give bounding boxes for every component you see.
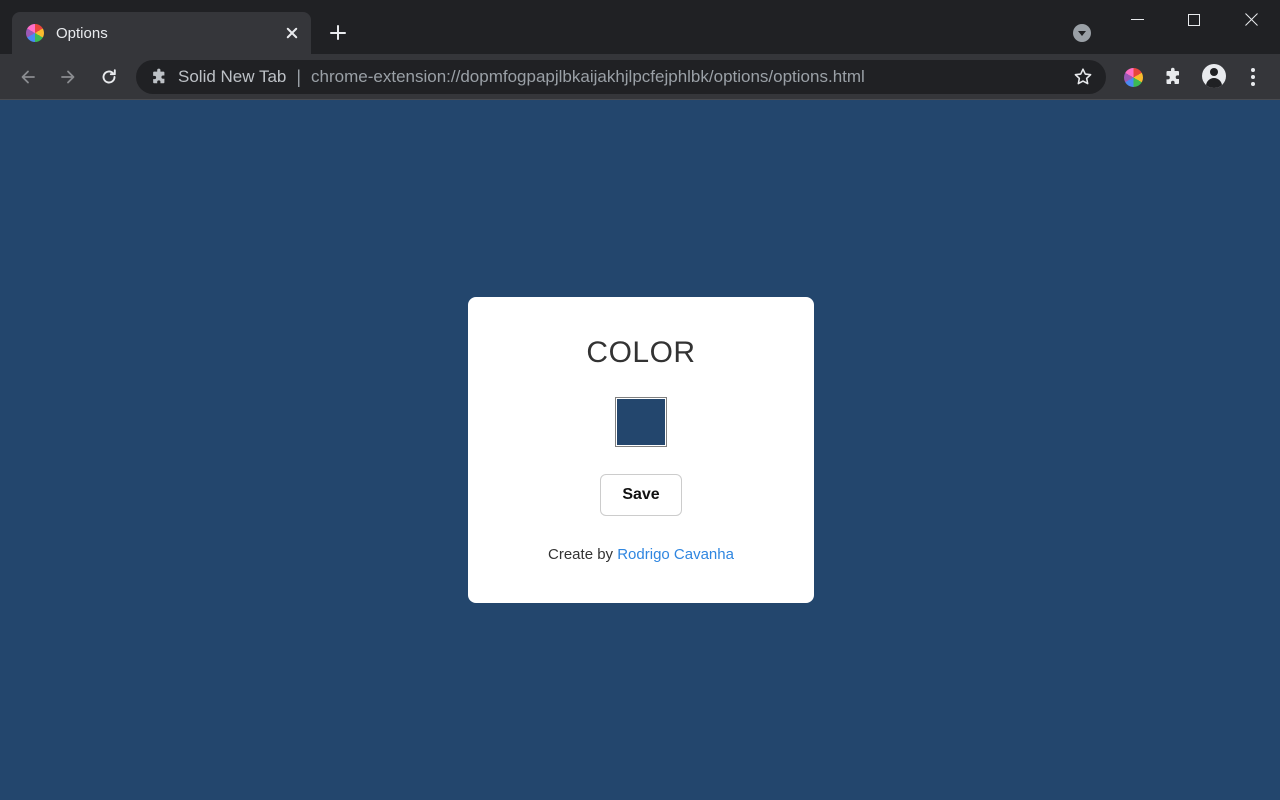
puzzle-icon — [153, 68, 165, 84]
avatar — [1202, 64, 1226, 88]
tab-strip: Options — [0, 0, 1280, 54]
extensions-puzzle-icon[interactable] — [1162, 66, 1184, 88]
omnibox-separator: | — [296, 66, 302, 87]
save-button[interactable]: Save — [600, 474, 682, 516]
tab-title: Options — [56, 24, 108, 42]
options-page: COLOR Save Create by Rodrigo Cavanha — [0, 100, 1280, 800]
credit-text: Create by Rodrigo Cavanha — [548, 546, 734, 563]
new-tab-plus-icon[interactable] — [326, 20, 350, 44]
back-arrow-icon[interactable] — [15, 64, 41, 90]
color-wheel-icon — [26, 24, 44, 42]
extension-name: Solid New Tab — [178, 67, 287, 86]
minimize-window-icon[interactable] — [1124, 8, 1152, 32]
browser-toolbar: Solid New Tab | chrome-extension://dopmf… — [0, 54, 1280, 100]
forward-arrow-icon[interactable] — [55, 64, 81, 90]
reload-icon[interactable] — [96, 64, 122, 90]
color-picker-fill — [617, 399, 665, 445]
star-icon[interactable] — [1072, 66, 1094, 88]
kebab-menu-icon[interactable] — [1242, 66, 1264, 88]
options-card: COLOR Save Create by Rodrigo Cavanha — [468, 297, 814, 603]
color-wheel-icon — [1123, 67, 1143, 87]
url-text[interactable]: chrome-extension://dopmfogpapjlbkaijakhj… — [311, 67, 1072, 87]
card-title: COLOR — [586, 336, 696, 369]
close-icon[interactable] — [281, 22, 303, 44]
profile-avatar-icon[interactable] — [1202, 64, 1226, 88]
tab-search-chevron-icon[interactable] — [1073, 24, 1091, 42]
close-window-icon[interactable] — [1238, 8, 1266, 32]
color-wheel-extension-icon[interactable] — [1122, 66, 1144, 88]
credit-prefix: Create by — [548, 546, 618, 563]
maximize-window-icon[interactable] — [1180, 8, 1208, 32]
author-link[interactable]: Rodrigo Cavanha — [617, 546, 734, 563]
color-picker[interactable] — [615, 397, 667, 447]
address-bar[interactable]: Solid New Tab | chrome-extension://dopmf… — [136, 60, 1106, 94]
tab-options[interactable]: Options — [12, 12, 311, 54]
